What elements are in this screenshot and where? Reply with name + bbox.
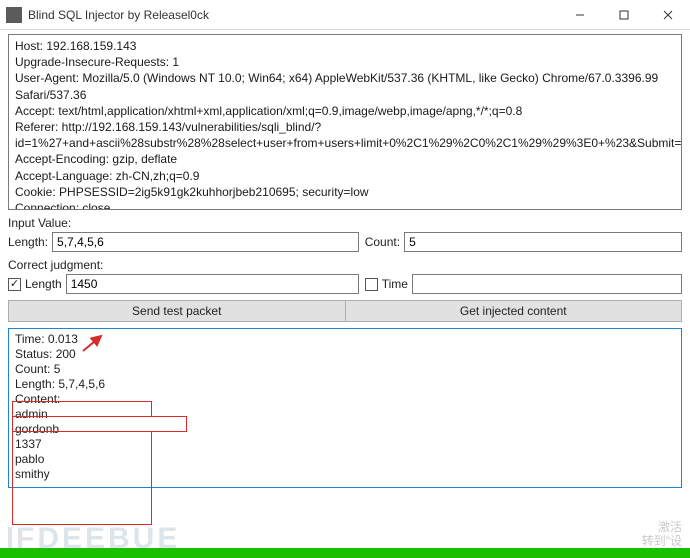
request-line: User-Agent: Mozilla/5.0 (Windows NT 10.0…	[15, 70, 675, 102]
correct-judgment-label: Correct judgment:	[8, 258, 682, 272]
request-textarea[interactable]: Host: 192.168.159.143Upgrade-Insecure-Re…	[8, 34, 682, 210]
length-label: Length:	[8, 235, 48, 249]
length-input[interactable]	[52, 232, 359, 252]
output-textarea[interactable]: Time: 0.013Status: 200Count: 5Length: 5,…	[8, 328, 682, 488]
judgment-time-input[interactable]	[412, 274, 682, 294]
judgment-length-input[interactable]	[66, 274, 359, 294]
progress-bar	[0, 548, 690, 558]
send-test-packet-button[interactable]: Send test packet	[8, 300, 346, 322]
output-line: Count: 5	[15, 362, 675, 377]
count-label: Count:	[365, 235, 400, 249]
request-line: Host: 192.168.159.143	[15, 38, 675, 54]
get-injected-content-button[interactable]: Get injected content	[346, 300, 683, 322]
window-controls	[558, 0, 690, 29]
request-line: Accept: text/html,application/xhtml+xml,…	[15, 103, 675, 119]
output-line: 1337	[15, 437, 675, 452]
time-checkbox-label: Time	[382, 277, 408, 291]
minimize-button[interactable]	[558, 0, 602, 29]
length-checkbox[interactable]	[8, 278, 21, 291]
app-icon	[6, 7, 22, 23]
output-line: Content:	[15, 392, 675, 407]
output-line: pablo	[15, 452, 675, 467]
output-line: smithy	[15, 467, 675, 482]
request-line: Accept-Language: zh-CN,zh;q=0.9	[15, 168, 675, 184]
count-input[interactable]	[404, 232, 682, 252]
input-value-label: Input Value:	[8, 216, 682, 230]
window-title: Blind SQL Injector by Releasel0ck	[28, 8, 558, 22]
request-line: Connection: close	[15, 200, 675, 210]
output-line: Status: 200	[15, 347, 675, 362]
length-checkbox-label: Length	[25, 277, 62, 291]
output-line: Time: 0.013	[15, 332, 675, 347]
watermark-right: 激活 转到"设	[642, 520, 682, 548]
request-line: Accept-Encoding: gzip, deflate	[15, 151, 675, 167]
maximize-button[interactable]	[602, 0, 646, 29]
output-line: admin	[15, 407, 675, 422]
request-line: Cookie: PHPSESSID=2ig5k91gk2kuhhorjbeb21…	[15, 184, 675, 200]
time-checkbox[interactable]	[365, 278, 378, 291]
close-button[interactable]	[646, 0, 690, 29]
request-line: Upgrade-Insecure-Requests: 1	[15, 54, 675, 70]
output-line: gordonb	[15, 422, 675, 437]
request-line: Referer: http://192.168.159.143/vulnerab…	[15, 119, 675, 151]
titlebar: Blind SQL Injector by Releasel0ck	[0, 0, 690, 30]
output-line: Length: 5,7,4,5,6	[15, 377, 675, 392]
